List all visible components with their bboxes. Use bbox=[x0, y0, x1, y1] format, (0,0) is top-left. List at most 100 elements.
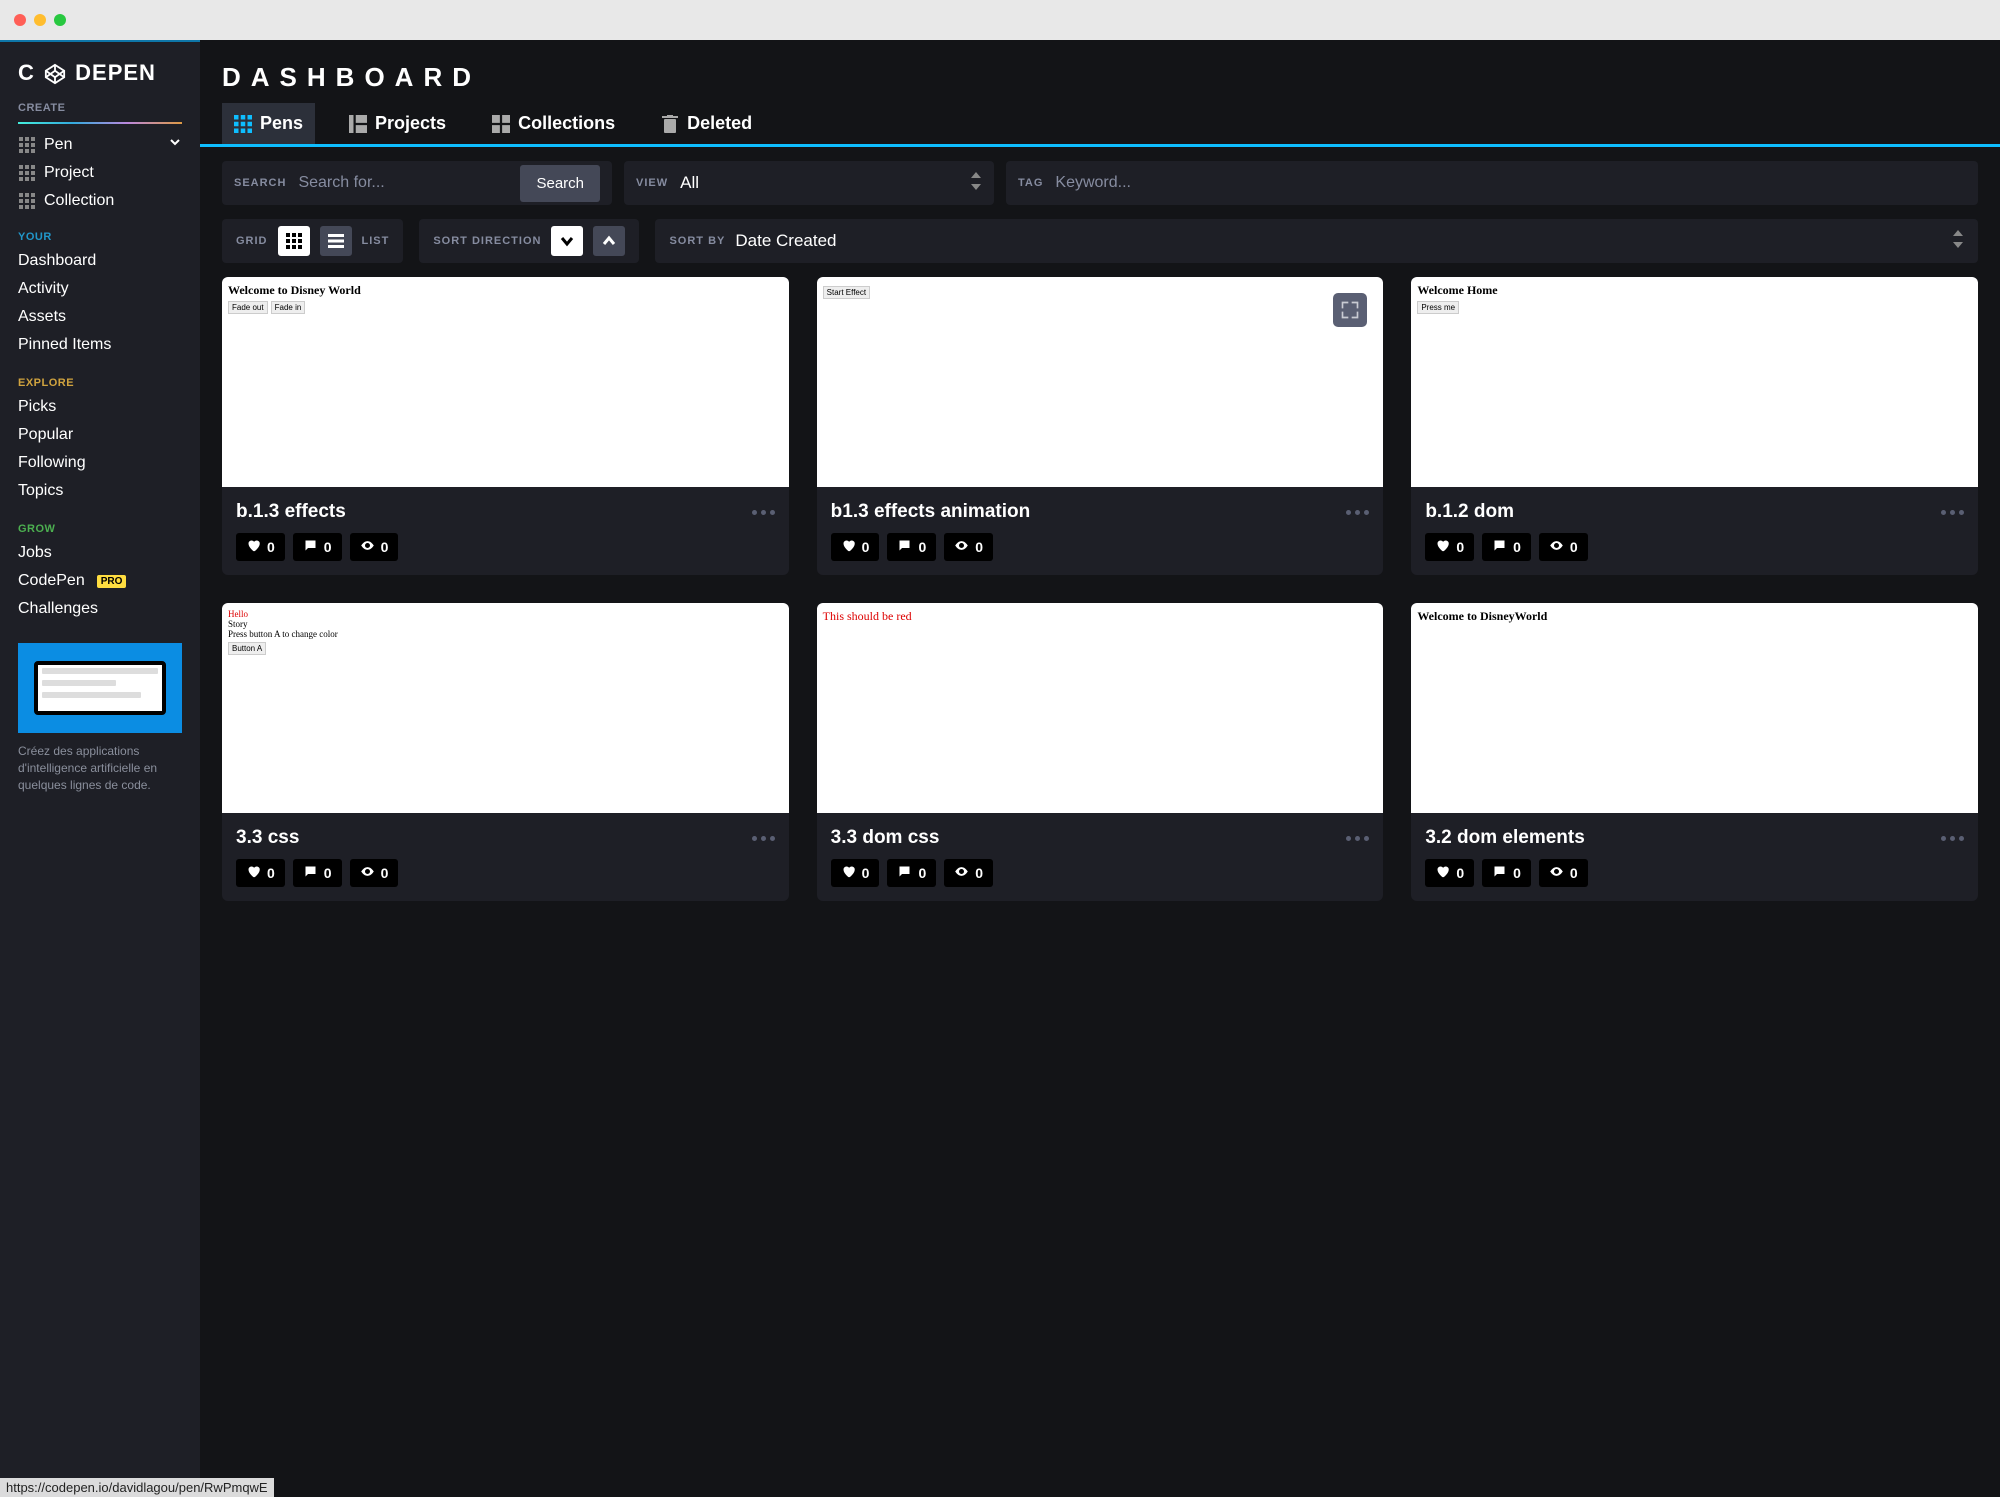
sort-by-panel[interactable]: SORT BY Date Created bbox=[655, 219, 1978, 263]
search-button[interactable]: Search bbox=[520, 165, 600, 202]
sidebar-item-codepen[interactable]: CodePenPRO bbox=[0, 567, 200, 595]
comment-icon bbox=[897, 538, 912, 556]
more-options-button[interactable] bbox=[1346, 836, 1369, 841]
loves-button[interactable]: 0 bbox=[831, 859, 880, 887]
comment-icon bbox=[1492, 538, 1507, 556]
more-options-button[interactable] bbox=[752, 836, 775, 841]
status-bar-url: https://codepen.io/davidlagou/pen/RwPmqw… bbox=[0, 1478, 274, 1497]
window-minimize-button[interactable] bbox=[34, 14, 46, 26]
eye-icon bbox=[1549, 864, 1564, 882]
loves-button[interactable]: 0 bbox=[236, 533, 285, 561]
sidebar-item-project[interactable]: Project bbox=[0, 159, 200, 187]
comments-button[interactable]: 0 bbox=[293, 533, 342, 561]
views-button[interactable]: 0 bbox=[1539, 859, 1588, 887]
pen-thumbnail[interactable]: Welcome to DisneyWorld bbox=[1411, 603, 1978, 813]
browser-chrome bbox=[0, 0, 2000, 40]
sidebar-item-collection[interactable]: Collection bbox=[0, 187, 200, 215]
views-button[interactable]: 0 bbox=[350, 533, 399, 561]
comments-count: 0 bbox=[918, 539, 926, 555]
sidebar-item-label: Activity bbox=[18, 280, 69, 298]
more-options-button[interactable] bbox=[752, 510, 775, 515]
sort-asc-button[interactable] bbox=[593, 226, 625, 256]
sidebar-item-pinned-items[interactable]: Pinned Items bbox=[0, 331, 200, 359]
sidebar-section-explore: EXPLORE bbox=[0, 373, 200, 393]
sidebar-item-jobs[interactable]: Jobs bbox=[0, 539, 200, 567]
comments-button[interactable]: 0 bbox=[887, 859, 936, 887]
sidebar-item-topics[interactable]: Topics bbox=[0, 477, 200, 505]
sidebar-promo[interactable]: Créez des applications d'intelligence ar… bbox=[18, 643, 182, 793]
comments-count: 0 bbox=[1513, 539, 1521, 555]
pen-card[interactable]: Welcome HomePress me b.1.2 dom 0 0 0 bbox=[1411, 277, 1978, 575]
pen-card[interactable]: HelloStoryPress button A to change color… bbox=[222, 603, 789, 901]
tag-label: TAG bbox=[1018, 177, 1043, 189]
sidebar-item-label: Assets bbox=[18, 308, 66, 326]
search-panel: SEARCH Search bbox=[222, 161, 612, 205]
sidebar-item-picks[interactable]: Picks bbox=[0, 393, 200, 421]
comments-button[interactable]: 0 bbox=[1482, 859, 1531, 887]
pen-thumbnail[interactable]: HelloStoryPress button A to change color… bbox=[222, 603, 789, 813]
pen-card[interactable]: Welcome to Disney WorldFade out Fade in … bbox=[222, 277, 789, 575]
heart-icon bbox=[1435, 864, 1450, 882]
more-options-button[interactable] bbox=[1346, 510, 1369, 515]
sidebar-item-following[interactable]: Following bbox=[0, 449, 200, 477]
heart-icon bbox=[246, 864, 261, 882]
sidebar-item-pen[interactable]: Pen bbox=[0, 130, 200, 159]
sidebar-item-label: Dashboard bbox=[18, 252, 96, 270]
views-button[interactable]: 0 bbox=[1539, 533, 1588, 561]
comments-button[interactable]: 0 bbox=[887, 533, 936, 561]
tab-deleted[interactable]: Deleted bbox=[649, 103, 764, 144]
comments-button[interactable]: 0 bbox=[293, 859, 342, 887]
heart-icon bbox=[246, 538, 261, 556]
sidebar-item-label: Picks bbox=[18, 398, 56, 416]
loves-button[interactable]: 0 bbox=[831, 533, 880, 561]
logo[interactable]: C DEPEN bbox=[0, 42, 200, 98]
more-options-button[interactable] bbox=[1941, 836, 1964, 841]
grid-icon bbox=[18, 165, 36, 181]
sidebar-item-challenges[interactable]: Challenges bbox=[0, 595, 200, 623]
list-view-button[interactable] bbox=[320, 226, 352, 256]
tag-input[interactable] bbox=[1055, 174, 1966, 192]
pen-thumbnail[interactable]: Welcome HomePress me bbox=[1411, 277, 1978, 487]
more-options-button[interactable] bbox=[1941, 510, 1964, 515]
sidebar-item-dashboard[interactable]: Dashboard bbox=[0, 247, 200, 275]
tab-collections[interactable]: Collections bbox=[480, 103, 627, 144]
pen-card[interactable]: Start Effect b1.3 effects animation 0 0 … bbox=[817, 277, 1384, 575]
pen-thumbnail[interactable]: This should be red bbox=[817, 603, 1384, 813]
loves-button[interactable]: 0 bbox=[1425, 533, 1474, 561]
window-close-button[interactable] bbox=[14, 14, 26, 26]
sort-desc-button[interactable] bbox=[551, 226, 583, 256]
search-input[interactable] bbox=[298, 174, 508, 192]
pro-badge: PRO bbox=[97, 575, 127, 588]
pen-thumbnail[interactable]: Welcome to Disney WorldFade out Fade in bbox=[222, 277, 789, 487]
loves-count: 0 bbox=[267, 539, 275, 555]
layout-toggle-panel: GRID LIST bbox=[222, 219, 403, 263]
views-button[interactable]: 0 bbox=[944, 859, 993, 887]
views-button[interactable]: 0 bbox=[350, 859, 399, 887]
pen-title: 3.2 dom elements bbox=[1425, 827, 1584, 849]
create-divider bbox=[18, 122, 182, 124]
heart-icon bbox=[841, 538, 856, 556]
view-panel[interactable]: VIEW All bbox=[624, 161, 994, 205]
chevron-up-icon bbox=[602, 234, 616, 248]
sidebar: C DEPEN CREATE PenProjectCollection YOUR… bbox=[0, 40, 200, 1497]
pen-thumbnail[interactable]: Start Effect bbox=[817, 277, 1384, 487]
pen-title: 3.3 dom css bbox=[831, 827, 940, 849]
window-maximize-button[interactable] bbox=[54, 14, 66, 26]
grid-view-button[interactable] bbox=[278, 226, 310, 256]
views-count: 0 bbox=[1570, 539, 1578, 555]
views-button[interactable]: 0 bbox=[944, 533, 993, 561]
pen-card[interactable]: This should be red 3.3 dom css 0 0 0 bbox=[817, 603, 1384, 901]
loves-button[interactable]: 0 bbox=[1425, 859, 1474, 887]
list-label: LIST bbox=[362, 235, 390, 247]
pen-title: 3.3 css bbox=[236, 827, 299, 849]
sidebar-item-assets[interactable]: Assets bbox=[0, 303, 200, 331]
sidebar-item-activity[interactable]: Activity bbox=[0, 275, 200, 303]
tab-projects[interactable]: Projects bbox=[337, 103, 458, 144]
tab-pens[interactable]: Pens bbox=[222, 103, 315, 144]
loves-button[interactable]: 0 bbox=[236, 859, 285, 887]
comments-button[interactable]: 0 bbox=[1482, 533, 1531, 561]
expand-icon[interactable] bbox=[1333, 293, 1367, 327]
sidebar-item-popular[interactable]: Popular bbox=[0, 421, 200, 449]
pen-card[interactable]: Welcome to DisneyWorld 3.2 dom elements … bbox=[1411, 603, 1978, 901]
codepen-logo-icon bbox=[44, 63, 66, 85]
